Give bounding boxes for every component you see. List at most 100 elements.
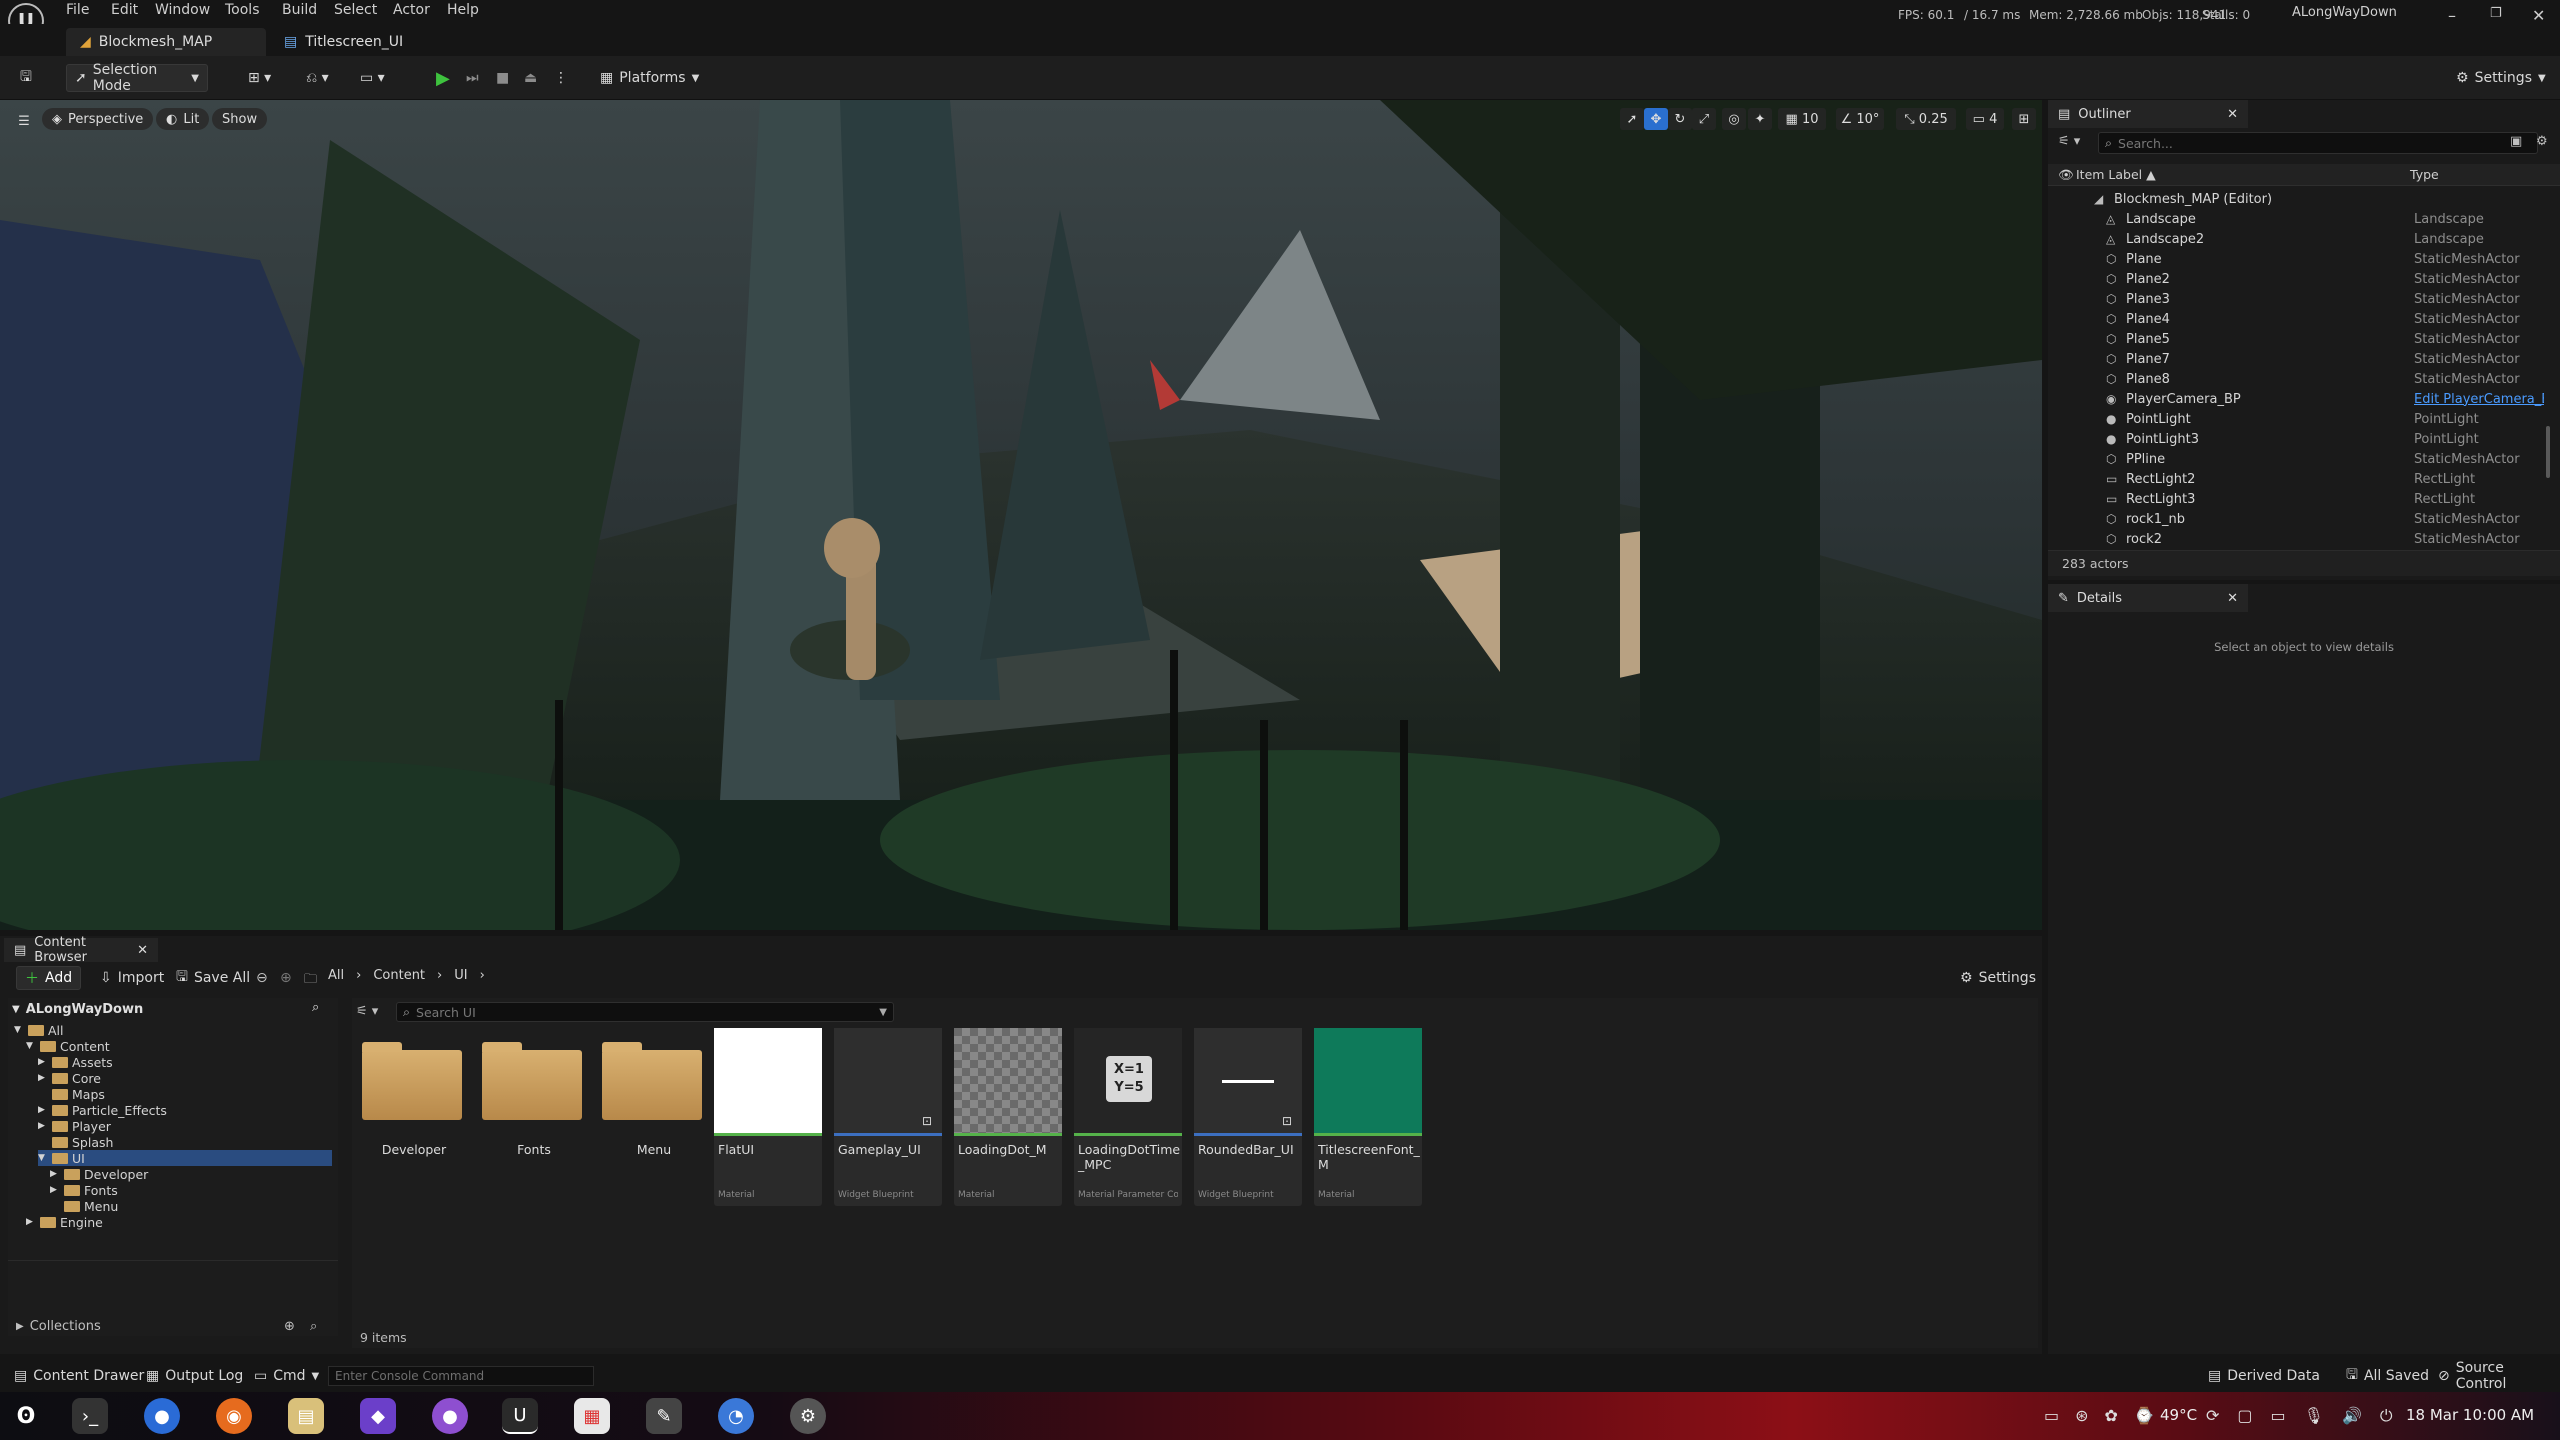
translate-tool-icon[interactable]: ✥ [1644, 108, 1668, 130]
blueprint-icon[interactable]: ⎌ ▾ [298, 64, 337, 92]
outliner-row[interactable]: ⬡ rock2 StaticMeshActor [2048, 529, 2560, 549]
outliner-scrollbar[interactable] [2546, 426, 2550, 478]
close-window-icon[interactable]: ✕ [2532, 6, 2545, 25]
gear-icon[interactable]: ⚙ [2536, 134, 2548, 149]
outliner-row[interactable]: ● PointLight PointLight [2048, 409, 2560, 429]
menu-file[interactable]: File [66, 2, 89, 18]
asset-roundedbar-ui[interactable]: ⊡ RoundedBar_UI Widget Blueprint [1194, 1028, 1302, 1206]
messenger-icon[interactable]: ● [144, 1398, 180, 1434]
tree-folder-maps[interactable]: Maps [38, 1086, 105, 1102]
menu-window[interactable]: Window [155, 2, 210, 18]
save-all-button[interactable]: 🖫 Save All [168, 966, 258, 990]
menu-edit[interactable]: Edit [111, 2, 138, 18]
selection-mode-dropdown[interactable]: ➚ Selection Mode ▼ [66, 62, 208, 94]
all-saved-button[interactable]: 🖫 All Saved [2338, 1364, 2437, 1388]
breadcrumb-all[interactable]: All [328, 968, 344, 983]
asset-loadingdottime-mpc[interactable]: X=1 Y=5 LoadingDotTime_MPC Material Para… [1074, 1028, 1182, 1206]
tree-folder-ui[interactable]: ▼ UI [38, 1150, 332, 1166]
tree-folder-particle-effects[interactable]: ▶ Particle_Effects [38, 1102, 167, 1118]
asset-flatui[interactable]: FlatUI Material [714, 1028, 822, 1206]
add-collection-icon[interactable]: ⊕ [284, 1319, 295, 1334]
platforms-dropdown[interactable]: ▦ Platforms ▼ [592, 64, 707, 92]
back-icon[interactable]: ⊖ [256, 970, 268, 986]
outliner-row[interactable]: ⬡ Plane StaticMeshActor [2048, 249, 2560, 269]
search-icon[interactable]: ⌕ [312, 1000, 319, 1015]
menu-actor[interactable]: Actor [393, 2, 430, 18]
tree-folder-player[interactable]: ▶ Player [38, 1118, 111, 1134]
breadcrumb-ui[interactable]: UI [454, 968, 467, 983]
add-button[interactable]: ＋ Add [16, 966, 82, 990]
filter-icon[interactable]: ⚟ ▾ [356, 1004, 378, 1019]
outliner-search-input[interactable]: ⌕ Search... [2098, 132, 2538, 154]
chevron-right-icon[interactable]: ▶ [38, 1121, 48, 1131]
outliner-row[interactable]: ⬡ PPline StaticMeshActor [2048, 449, 2560, 469]
viewport-menu-icon[interactable]: ☰ [12, 110, 36, 132]
grid-snap-toggle[interactable]: ▦ 10 [1778, 108, 1826, 130]
layout-icon[interactable]: ⊞ [2012, 108, 2036, 130]
steam-icon[interactable]: ⊛ [2075, 1406, 2088, 1425]
details-tab[interactable]: ✎ Details ✕ [2048, 584, 2248, 612]
chevron-down-icon[interactable]: ▼ [14, 1025, 24, 1035]
tree-folder-all[interactable]: ▼ All [14, 1022, 64, 1038]
terminal-icon[interactable]: ›_ [72, 1398, 108, 1434]
update-icon[interactable]: ⟳ [2206, 1406, 2219, 1426]
asset-titlescreenfont-m[interactable]: TitlescreenFont_M Material [1314, 1028, 1422, 1206]
tree-folder-content[interactable]: ▼ Content [26, 1038, 110, 1054]
tree-folder-developer[interactable]: ▶ Developer [50, 1166, 148, 1182]
chevron-right-icon[interactable]: ▶ [38, 1057, 48, 1067]
minimize-icon[interactable]: – [2448, 6, 2456, 25]
outliner-row[interactable]: ⬡ rock1_nb StaticMeshActor [2048, 509, 2560, 529]
rotate-tool-icon[interactable]: ↻ [1668, 108, 1692, 130]
tree-folder-fonts[interactable]: ▶ Fonts [50, 1182, 118, 1198]
cinematics-icon[interactable]: ▭ ▾ [352, 64, 393, 92]
tree-folder-engine[interactable]: ▶ Engine [26, 1214, 103, 1230]
chat-icon[interactable]: ◔ [718, 1398, 754, 1434]
menu-tools[interactable]: Tools [225, 2, 260, 18]
menu-help[interactable]: Help [447, 2, 479, 18]
firefox-icon[interactable]: ◉ [216, 1398, 252, 1434]
chevron-right-icon[interactable]: ▶ [50, 1185, 60, 1195]
show-button[interactable]: Show [212, 108, 268, 130]
outliner-row[interactable]: ◉ PlayerCamera_BP Edit PlayerCamera_BP [2048, 389, 2560, 409]
close-icon[interactable]: ✕ [2227, 107, 2238, 122]
filter-icon[interactable]: ⚟ ▾ [2058, 134, 2080, 149]
menu-build[interactable]: Build [282, 2, 317, 18]
chevron-down-icon[interactable]: ▼ [26, 1041, 36, 1051]
asset-gameplay-ui[interactable]: ⊡ Gameplay_UI Widget Blueprint [834, 1028, 942, 1206]
settings-app-icon[interactable]: ⚙ [790, 1398, 826, 1434]
content-settings-button[interactable]: ⚙ Settings [1952, 966, 2044, 990]
surface-snap-icon[interactable]: ✦ [1748, 108, 1772, 130]
derived-data-button[interactable]: ▤ Derived Data [2200, 1364, 2328, 1388]
asset-loadingdot-m[interactable]: LoadingDot_M Material [954, 1028, 1062, 1206]
tree-folder-menu[interactable]: Menu [50, 1198, 118, 1214]
outliner-row[interactable]: ⬡ Plane2 StaticMeshActor [2048, 269, 2560, 289]
sources-header[interactable]: ▼ ALongWayDown ⌕ [8, 998, 338, 1020]
console-input[interactable]: Enter Console Command [328, 1366, 594, 1386]
restore-icon[interactable]: ❐ [2490, 6, 2502, 21]
collections-header[interactable]: ▶ Collections ⊕ ⌕ [8, 1316, 338, 1336]
tree-folder-splash[interactable]: Splash [38, 1134, 113, 1150]
select-tool-icon[interactable]: ➚ [1620, 108, 1644, 130]
outliner-row[interactable]: ● PointLight3 PointLight [2048, 429, 2560, 449]
rotation-snap-toggle[interactable]: ∠ 10° [1836, 108, 1884, 130]
outliner-root-row[interactable]: ◢ Blockmesh_MAP (Editor) [2048, 189, 2560, 209]
column-item-label[interactable]: Item Label ▲ [2076, 167, 2156, 182]
column-type[interactable]: Type [2410, 167, 2439, 182]
folder-menu[interactable]: Menu [598, 1028, 706, 1206]
outliner-row[interactable]: ⬡ Plane8 StaticMeshActor [2048, 369, 2560, 389]
eject-icon[interactable]: ⏏ [516, 64, 545, 92]
play-button[interactable]: ▶ [428, 64, 458, 92]
chevron-right-icon[interactable]: ▶ [50, 1169, 60, 1179]
chevron-right-icon[interactable]: ▶ [38, 1105, 48, 1115]
outliner-row[interactable]: ◬ Landscape Landscape [2048, 209, 2560, 229]
cmd-dropdown[interactable]: ▭ Cmd ▼ [246, 1364, 327, 1388]
power-icon[interactable]: ⏻ [2380, 1406, 2393, 1426]
breadcrumb-content[interactable]: Content [373, 968, 425, 983]
tree-folder-assets[interactable]: ▶ Assets [38, 1054, 113, 1070]
level-viewport[interactable]: ☰ ◈ Perspective ◐ Lit Show ➚ ✥ ↻ ⤢ ◎ ✦ ▦… [0, 100, 2042, 930]
outliner-row[interactable]: ⬡ Plane4 StaticMeshActor [2048, 309, 2560, 329]
settings-button[interactable]: ⚙ Settings ▼ [2448, 64, 2554, 92]
gimp-icon[interactable]: ✎ [646, 1398, 682, 1434]
outliner-row[interactable]: ⬡ Plane7 StaticMeshActor [2048, 349, 2560, 369]
clipboard-icon[interactable]: ▢ [2237, 1406, 2252, 1426]
